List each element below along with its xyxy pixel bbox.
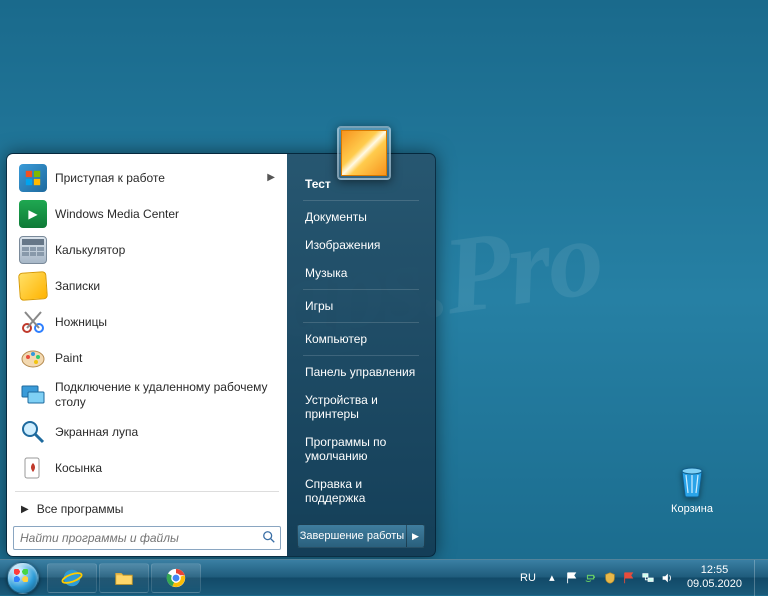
clock-time: 12:55: [687, 564, 742, 577]
chevron-right-icon: ▶: [267, 172, 275, 185]
all-programs-button[interactable]: ▶ Все программы: [13, 496, 281, 522]
right-panel-item[interactable]: Изображения: [297, 231, 425, 259]
program-label: Paint: [55, 351, 275, 366]
program-label: Приступая к работе: [55, 171, 259, 186]
program-item-magnifier[interactable]: Экранная лупа: [13, 414, 281, 450]
system-tray: RU ▴ 12:55 09.05.2020: [512, 560, 768, 596]
start-menu-left-panel: Приступая к работе ▶ ▶ Windows Media Center…: [7, 154, 287, 556]
magnifier-icon: [19, 418, 47, 446]
user-picture-frame[interactable]: [337, 126, 391, 180]
language-indicator[interactable]: RU: [516, 572, 540, 584]
program-item-sticky-notes[interactable]: Записки: [13, 268, 281, 304]
program-label: Экранная лупа: [55, 425, 275, 440]
program-label: Windows Media Center: [55, 207, 275, 222]
user-picture-icon: [341, 130, 387, 176]
recycle-bin-label: Корзина: [656, 503, 728, 515]
flag-icon[interactable]: [564, 570, 580, 586]
chevron-right-icon: ▶: [21, 504, 29, 515]
program-item-getting-started[interactable]: Приступая к работе ▶: [13, 160, 281, 196]
program-label: Подключение к удаленному рабочему столу: [55, 380, 275, 410]
start-menu-right-panel: ТестДокументыИзображенияМузыкаИгрыКомпью…: [287, 154, 435, 556]
windows-orb-icon: [7, 562, 39, 594]
taskbar-item-explorer[interactable]: [99, 563, 149, 593]
right-panel-item[interactable]: Игры: [297, 292, 425, 320]
divider: [303, 322, 419, 323]
start-button[interactable]: [0, 560, 46, 596]
tray-icons: [564, 570, 675, 586]
solitaire-icon: [19, 454, 47, 482]
right-panel-item[interactable]: Музыка: [297, 259, 425, 287]
program-item-solitaire[interactable]: Косынка: [13, 450, 281, 486]
program-item-paint[interactable]: Paint: [13, 340, 281, 376]
program-item-calculator[interactable]: Калькулятор: [13, 232, 281, 268]
program-item-snipping-tool[interactable]: Ножницы: [13, 304, 281, 340]
remote-desktop-icon: [19, 381, 47, 409]
calculator-icon: [19, 236, 47, 264]
start-menu: Приступая к работе ▶ ▶ Windows Media Center…: [6, 153, 436, 557]
taskbar-item-chrome[interactable]: [151, 563, 201, 593]
program-label: Записки: [55, 279, 275, 294]
divider: [303, 200, 419, 201]
show-desktop-button[interactable]: [754, 560, 764, 596]
program-label: Калькулятор: [55, 243, 275, 258]
sticky-notes-icon: [19, 272, 47, 300]
program-list: Приступая к работе ▶ ▶ Windows Media Center…: [13, 160, 281, 487]
taskbar-item-ie[interactable]: [47, 563, 97, 593]
search-box[interactable]: [13, 526, 281, 550]
right-panel-item[interactable]: Устройства и принтеры: [297, 386, 425, 428]
right-panel-item[interactable]: Компьютер: [297, 325, 425, 353]
right-panel-list: ТестДокументыИзображенияМузыкаИгрыКомпью…: [297, 170, 425, 512]
all-programs-label: Все программы: [37, 502, 124, 516]
program-item-remote-desktop[interactable]: Подключение к удаленному рабочему столу: [13, 376, 281, 414]
taskbar-pinned-area: [46, 560, 202, 596]
media-center-icon: ▶: [19, 200, 47, 228]
snipping-tool-icon: [19, 308, 47, 336]
getting-started-icon: [19, 164, 47, 192]
chrome-icon: [165, 567, 187, 589]
search-icon: [258, 530, 280, 547]
shutdown-label: Завершение работы: [300, 530, 404, 542]
search-input[interactable]: [14, 531, 258, 545]
shutdown-group: Завершение работы ▶: [297, 524, 425, 548]
tray-expand-button[interactable]: ▴: [546, 572, 558, 584]
clock-date: 09.05.2020: [687, 578, 742, 591]
right-panel-item[interactable]: Панель управления: [297, 358, 425, 386]
divider: [15, 491, 279, 492]
power-icon[interactable]: [583, 570, 599, 586]
network-icon[interactable]: [640, 570, 656, 586]
right-panel-item[interactable]: Справка и поддержка: [297, 470, 425, 512]
taskbar: RU ▴ 12:55 09.05.2020: [0, 559, 768, 595]
taskbar-clock[interactable]: 12:55 09.05.2020: [681, 564, 748, 590]
explorer-icon: [113, 567, 135, 589]
action-center-icon[interactable]: [621, 570, 637, 586]
program-item-media-center[interactable]: ▶ Windows Media Center: [13, 196, 281, 232]
shutdown-button[interactable]: Завершение работы: [297, 524, 407, 548]
program-label: Косынка: [55, 461, 275, 476]
volume-icon[interactable]: [659, 570, 675, 586]
paint-icon: [19, 344, 47, 372]
right-panel-item[interactable]: Программы по умолчанию: [297, 428, 425, 470]
shield-icon[interactable]: [602, 570, 618, 586]
program-label: Ножницы: [55, 315, 275, 330]
ie-icon: [61, 567, 83, 589]
recycle-bin-icon: [672, 459, 712, 499]
right-panel-item[interactable]: Документы: [297, 203, 425, 231]
divider: [303, 355, 419, 356]
divider: [303, 289, 419, 290]
shutdown-options-button[interactable]: ▶: [407, 524, 425, 548]
desktop-icon-recycle-bin[interactable]: Корзина: [656, 459, 728, 515]
